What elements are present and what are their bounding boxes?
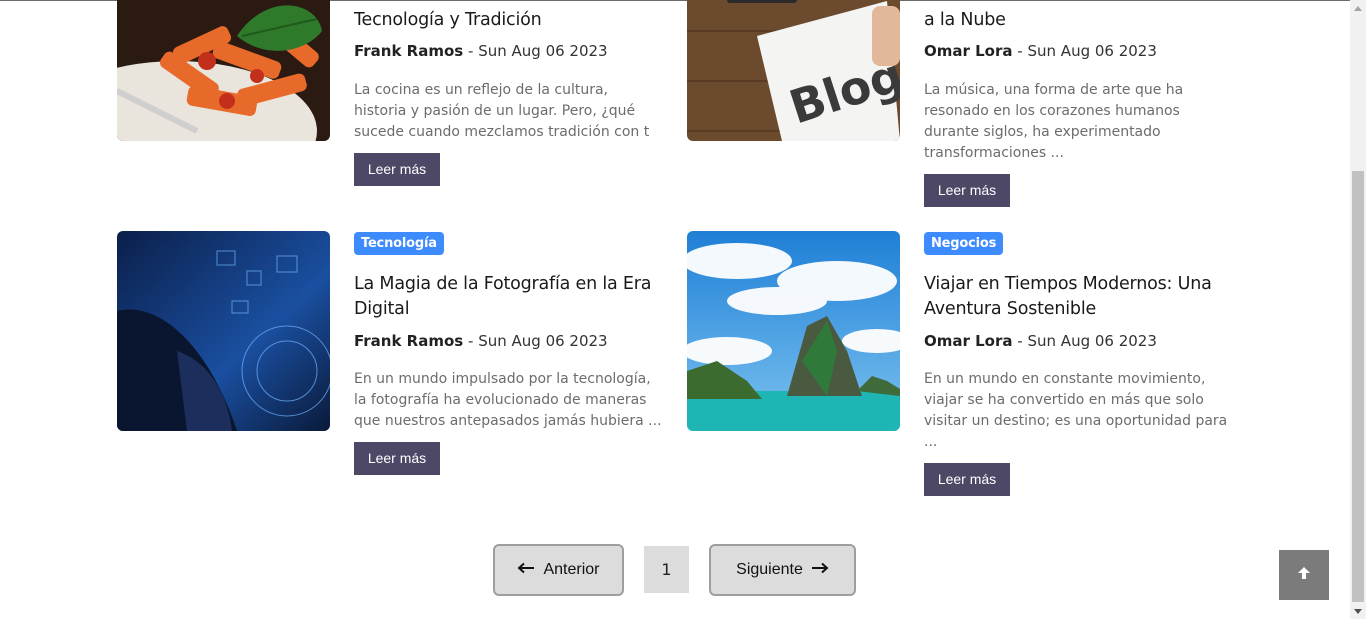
tropical-island-image[interactable] [687, 231, 900, 431]
post-meta: Omar Lora - Sun Aug 06 2023 [924, 42, 1157, 60]
scroll-to-top-button[interactable] [1279, 550, 1329, 600]
post-author[interactable]: Omar Lora [924, 332, 1013, 350]
scroll-down-arrow-icon[interactable] [1350, 603, 1366, 619]
post-meta: Frank Ramos - Sun Aug 06 2023 [354, 42, 608, 60]
pasta-dish-image[interactable] [117, 0, 330, 141]
post-excerpt: En un mundo impulsado por la tecnología,… [354, 371, 662, 429]
blog-notepad-image[interactable]: Blog [687, 0, 900, 141]
read-more-button[interactable]: Leer más [354, 153, 440, 186]
post-meta: Omar Lora - Sun Aug 06 2023 [924, 332, 1157, 350]
category-badge[interactable]: Negocios [924, 232, 1004, 255]
meta-separator: - [1017, 42, 1023, 60]
post-date: Sun Aug 06 2023 [1027, 332, 1157, 350]
post-author[interactable]: Omar Lora [924, 42, 1013, 60]
post-date: Sun Aug 06 2023 [478, 42, 608, 60]
post-excerpt: En un mundo en constante movimiento, via… [924, 371, 1228, 450]
post-author[interactable]: Frank Ramos [354, 332, 463, 350]
post-title[interactable]: La Magia de la Fotografía en la Era Digi… [354, 272, 664, 322]
meta-separator: - [468, 42, 474, 60]
previous-label: Anterior [543, 561, 600, 578]
post-title[interactable]: Tecnología y Tradición [354, 8, 664, 33]
post-title[interactable]: a la Nube [924, 8, 1234, 33]
next-page-button[interactable]: Siguiente [709, 544, 856, 596]
meta-separator: - [1017, 332, 1023, 350]
digital-technology-image[interactable] [117, 231, 330, 431]
arrow-up-icon [1296, 565, 1312, 585]
current-page-number[interactable]: 1 [644, 546, 689, 593]
arrow-left-icon [517, 561, 535, 579]
arrow-right-icon [811, 561, 829, 579]
post-title[interactable]: Viajar en Tiempos Modernos: Una Aventura… [924, 272, 1234, 322]
read-more-button[interactable]: Leer más [924, 463, 1010, 496]
read-more-button[interactable]: Leer más [924, 174, 1010, 207]
post-excerpt: La cocina es un reflejo de la cultura, h… [354, 82, 650, 161]
category-badge[interactable]: Tecnología [354, 232, 444, 255]
read-more-button[interactable]: Leer más [354, 442, 440, 475]
post-author[interactable]: Frank Ramos [354, 42, 463, 60]
previous-page-button[interactable]: Anterior [493, 544, 624, 596]
scroll-up-arrow-icon[interactable] [1350, 0, 1366, 16]
post-excerpt: La música, una forma de arte que ha reso… [924, 82, 1184, 161]
meta-separator: - [468, 332, 474, 350]
post-meta: Frank Ramos - Sun Aug 06 2023 [354, 332, 608, 350]
post-date: Sun Aug 06 2023 [478, 332, 608, 350]
next-label: Siguiente [736, 561, 803, 578]
post-date: Sun Aug 06 2023 [1027, 42, 1157, 60]
scrollbar-thumb[interactable] [1352, 171, 1364, 602]
